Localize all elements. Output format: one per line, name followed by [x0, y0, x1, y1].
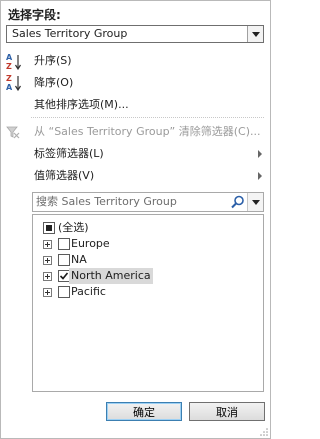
select-all-checkbox[interactable] — [43, 222, 55, 234]
filter-dropdown-panel: 选择字段: Sales Territory Group A Z 升序(S) Z … — [0, 0, 271, 439]
clear-filter-item[interactable]: 从 “Sales Territory Group” 清除筛选器(C)... — [34, 124, 261, 140]
sort-za-icon: Z A — [6, 74, 22, 92]
expand-icon[interactable] — [43, 288, 52, 297]
chevron-down-icon — [251, 31, 260, 37]
more-sort-options-item[interactable]: 其他排序选项(M)... — [34, 97, 129, 113]
expand-icon[interactable] — [43, 240, 52, 249]
list-item[interactable]: North America — [43, 268, 243, 284]
resize-grip-icon[interactable] — [260, 428, 268, 436]
chevron-down-icon — [251, 199, 260, 205]
expand-icon[interactable] — [43, 256, 52, 265]
field-select[interactable]: Sales Territory Group — [6, 25, 264, 43]
field-select-dropdown-button[interactable] — [247, 26, 263, 42]
menu-separator — [31, 117, 264, 118]
label-filter-item[interactable]: 标签筛选器(L) — [34, 146, 104, 162]
sort-descending-item[interactable]: 降序(O) — [34, 75, 73, 91]
sort-az-icon: A Z — [6, 53, 22, 71]
svg-text:A: A — [6, 83, 13, 92]
clear-filter-icon — [6, 126, 20, 139]
item-checkbox[interactable] — [58, 254, 70, 266]
search-box — [32, 192, 264, 212]
item-label: Pacific — [71, 285, 106, 298]
select-field-label: 选择字段: — [8, 8, 61, 22]
filter-values-list[interactable]: (全选) Europe NA North America Pacific — [32, 214, 264, 392]
expand-icon[interactable] — [43, 272, 52, 281]
item-checkbox[interactable] — [58, 286, 70, 298]
list-item-select-all[interactable]: (全选) — [43, 220, 243, 236]
sort-ascending-item[interactable]: 升序(S) — [34, 53, 72, 69]
item-label: Europe — [71, 237, 110, 250]
item-label: NA — [71, 253, 87, 266]
svg-text:Z: Z — [6, 62, 12, 71]
svg-text:A: A — [6, 53, 13, 62]
svg-text:Z: Z — [6, 74, 12, 83]
search-input[interactable] — [36, 194, 232, 209]
ok-button[interactable]: 确定 — [106, 402, 182, 421]
chevron-right-icon — [258, 150, 262, 158]
value-filter-item[interactable]: 值筛选器(V) — [34, 168, 94, 184]
search-icon[interactable] — [230, 194, 246, 210]
list-item[interactable]: Europe — [43, 236, 243, 252]
chevron-right-icon — [258, 172, 262, 180]
search-options-dropdown[interactable] — [247, 193, 263, 211]
item-checkbox[interactable] — [58, 238, 70, 250]
item-label: North America — [69, 268, 153, 284]
list-item[interactable]: Pacific — [43, 284, 243, 300]
select-all-label: (全选) — [58, 221, 89, 234]
list-item[interactable]: NA — [43, 252, 243, 268]
cancel-button[interactable]: 取消 — [189, 402, 265, 421]
field-select-value: Sales Territory Group — [12, 27, 128, 40]
checkmark-icon — [59, 272, 69, 280]
